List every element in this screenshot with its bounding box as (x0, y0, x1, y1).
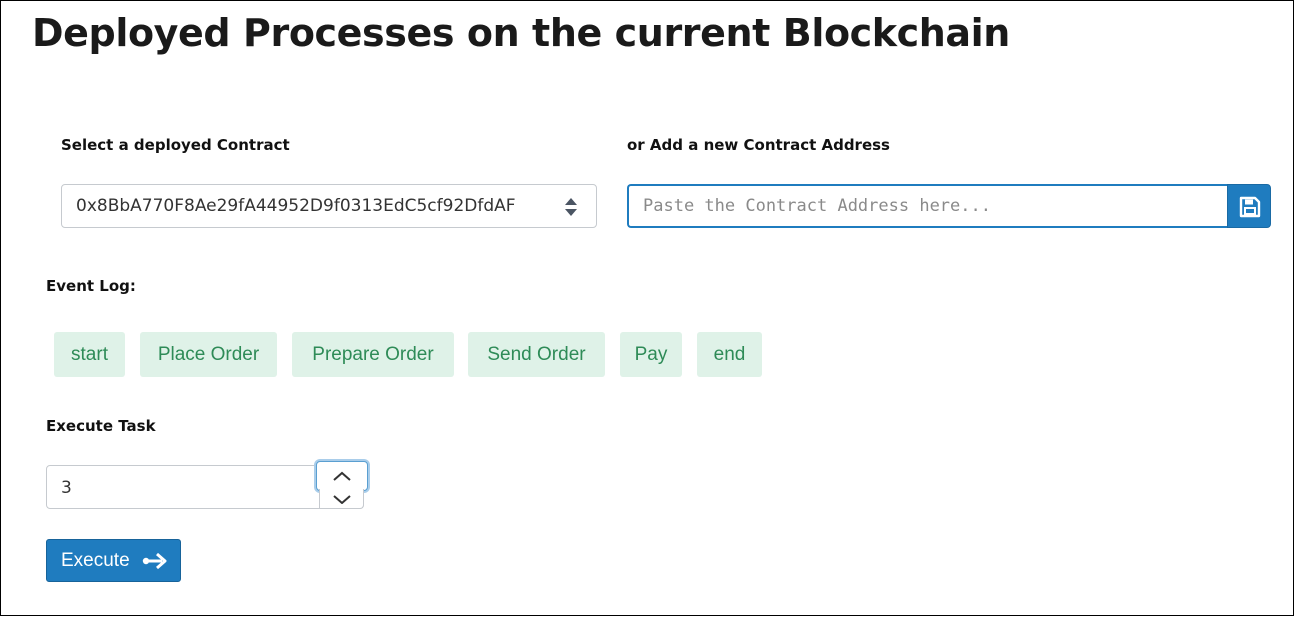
save-icon (1239, 196, 1261, 218)
decrement-button[interactable] (319, 489, 364, 509)
sign-in-arrow-icon (142, 552, 167, 570)
event-badge: end (697, 332, 762, 377)
add-contract-label: or Add a new Contract Address (627, 136, 890, 154)
execute-task-label: Execute Task (46, 417, 156, 435)
task-number-value: 3 (61, 478, 72, 498)
chevron-up-icon (333, 471, 351, 481)
contract-address-input[interactable] (627, 184, 1228, 228)
event-badge: Place Order (140, 332, 277, 377)
event-badge: Send Order (468, 332, 605, 377)
page-frame: Deployed Processes on the current Blockc… (0, 0, 1294, 616)
event-badge: Pay (620, 332, 682, 377)
contract-select-value: 0x8BbA770F8Ae29fA44952D9f0313EdC5cf92Dfd… (76, 196, 516, 216)
save-address-button[interactable] (1227, 184, 1271, 228)
execute-button-label: Execute (61, 550, 130, 571)
page-title: Deployed Processes on the current Blockc… (32, 11, 1010, 55)
event-badge: start (54, 332, 125, 377)
increment-button[interactable] (316, 461, 368, 491)
select-sort-icon (564, 197, 578, 217)
select-contract-label: Select a deployed Contract (61, 136, 290, 154)
execute-button[interactable]: Execute (46, 539, 181, 582)
contract-select[interactable]: 0x8BbA770F8Ae29fA44952D9f0313EdC5cf92Dfd… (61, 184, 597, 228)
event-log-label: Event Log: (46, 277, 136, 295)
chevron-down-icon (332, 494, 351, 504)
event-badge: Prepare Order (292, 332, 454, 377)
